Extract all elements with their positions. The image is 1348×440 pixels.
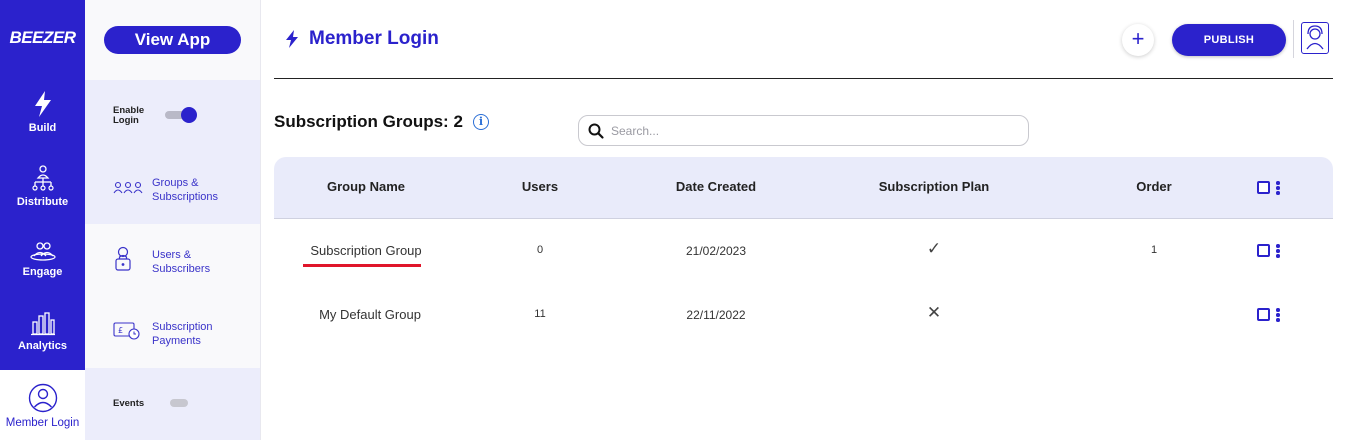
events-label: Events: [113, 398, 145, 409]
table-header: Group Name Users Date Created Subscripti…: [274, 157, 1333, 219]
toggle-track: [170, 399, 188, 407]
cell-users: 11: [534, 308, 546, 320]
payment-icon: £: [113, 322, 140, 340]
user-circle-icon: [28, 383, 57, 413]
bar-chart-icon: [30, 312, 55, 336]
label-line1: Users &: [152, 249, 192, 261]
cross-icon: ✕: [926, 303, 942, 322]
events-toggle[interactable]: [170, 395, 202, 411]
checkmark-icon: ✓: [926, 239, 942, 258]
search-box: [578, 115, 1029, 146]
page-title: Member Login: [309, 28, 439, 49]
table-row: Subscription Group 0 21/02/2023 ✓ 1: [274, 219, 1333, 283]
cell-group-name[interactable]: Subscription Group: [286, 243, 446, 258]
svg-text:£: £: [118, 326, 123, 335]
rail-item-label: Member Login: [5, 417, 80, 429]
row-more-icon[interactable]: [1275, 244, 1281, 258]
label-line2: Payments: [152, 335, 201, 347]
cell-date-created: 21/02/2023: [685, 244, 747, 258]
subscription-groups-table: Group Name Users Date Created Subscripti…: [274, 157, 1333, 347]
sidebar-item-label: Subscription Payments: [152, 320, 252, 348]
column-header-date-created[interactable]: Date Created: [636, 179, 796, 194]
column-header-users[interactable]: Users: [500, 179, 580, 194]
add-button[interactable]: +: [1122, 24, 1154, 56]
rail-item-label: Build: [28, 122, 57, 134]
enable-login-row: Enable Login: [85, 80, 260, 152]
view-app-button[interactable]: View App: [104, 26, 241, 54]
toggle-knob: [181, 107, 197, 123]
select-all-checkbox[interactable]: [1257, 181, 1270, 194]
beezer-logo[interactable]: BEEZER: [0, 28, 85, 48]
cell-date-created: 22/11/2022: [686, 308, 746, 322]
header-divider-line: [274, 78, 1333, 79]
rail-item-engage[interactable]: Engage: [0, 240, 85, 312]
row-more-icon[interactable]: [1275, 308, 1281, 322]
search-icon: [588, 123, 604, 139]
row-checkbox[interactable]: [1257, 244, 1270, 257]
enable-login-toggle[interactable]: [165, 107, 197, 123]
cell-group-name[interactable]: My Default Group: [286, 307, 454, 322]
header-divider: [1293, 20, 1294, 58]
sidebar-item-subscription-payments[interactable]: £ Subscription Payments: [85, 296, 260, 368]
rail-item-label: Analytics: [18, 340, 67, 352]
main-content: Member Login + PUBLISH Subscription Grou…: [261, 0, 1348, 440]
row-checkbox[interactable]: [1257, 308, 1270, 321]
search-input[interactable]: [611, 121, 1011, 141]
highlight-underline: [303, 264, 421, 267]
header-more-icon[interactable]: [1275, 181, 1281, 195]
column-header-subscription-plan[interactable]: Subscription Plan: [854, 179, 1014, 194]
cell-order: 1: [1150, 244, 1158, 256]
subscription-groups-count-title: Subscription Groups: 2: [274, 112, 463, 131]
label-line1: Groups &: [152, 177, 199, 189]
sidebar-item-users-subscribers[interactable]: Users & Subscribers: [85, 224, 260, 296]
enable-login-label-line2: Login: [113, 115, 139, 126]
column-header-group-name[interactable]: Group Name: [286, 179, 446, 194]
section-header: Subscription Groups: 2 i: [274, 112, 489, 132]
label-line1: Subscription: [152, 321, 213, 333]
hierarchy-icon: [31, 165, 54, 191]
bolt-icon: [286, 30, 298, 48]
rail-item-label: Engage: [22, 266, 63, 278]
sidebar-item-label: Groups & Subscriptions: [152, 176, 252, 204]
app-root: BEEZER Build Distribute Engage Analytics…: [0, 0, 1348, 440]
events-row: Events: [85, 368, 260, 440]
people-icon: [29, 242, 56, 261]
table-row: My Default Group 11 22/11/2022 ✕: [274, 283, 1333, 347]
user-lock-icon: [115, 246, 131, 271]
account-avatar-button[interactable]: [1301, 22, 1329, 54]
column-header-order[interactable]: Order: [1104, 179, 1204, 194]
rail-item-label: Distribute: [16, 196, 69, 208]
member-login-sidebar: View App Enable Login Groups & Subscript…: [85, 0, 261, 440]
bolt-icon: [34, 91, 51, 117]
rail-item-build[interactable]: Build: [0, 90, 85, 162]
user-avatar-icon: [1306, 25, 1324, 50]
info-icon[interactable]: i: [472, 114, 489, 130]
label-line2: Subscriptions: [152, 191, 219, 203]
enable-login-label: Enable Login: [113, 106, 144, 126]
rail-item-member-login[interactable]: Member Login: [0, 370, 85, 440]
primary-nav-rail: BEEZER Build Distribute Engage Analytics…: [0, 0, 85, 440]
group-icon: [113, 181, 143, 194]
rail-item-distribute[interactable]: Distribute: [0, 164, 85, 236]
sidebar-item-groups-subscriptions[interactable]: Groups & Subscriptions: [85, 152, 260, 224]
label-line2: Subscribers: [152, 263, 211, 275]
page-header: Member Login: [285, 28, 439, 50]
cell-users: 0: [536, 244, 544, 256]
sidebar-item-label: Users & Subscribers: [152, 248, 252, 276]
publish-button[interactable]: PUBLISH: [1172, 24, 1286, 56]
